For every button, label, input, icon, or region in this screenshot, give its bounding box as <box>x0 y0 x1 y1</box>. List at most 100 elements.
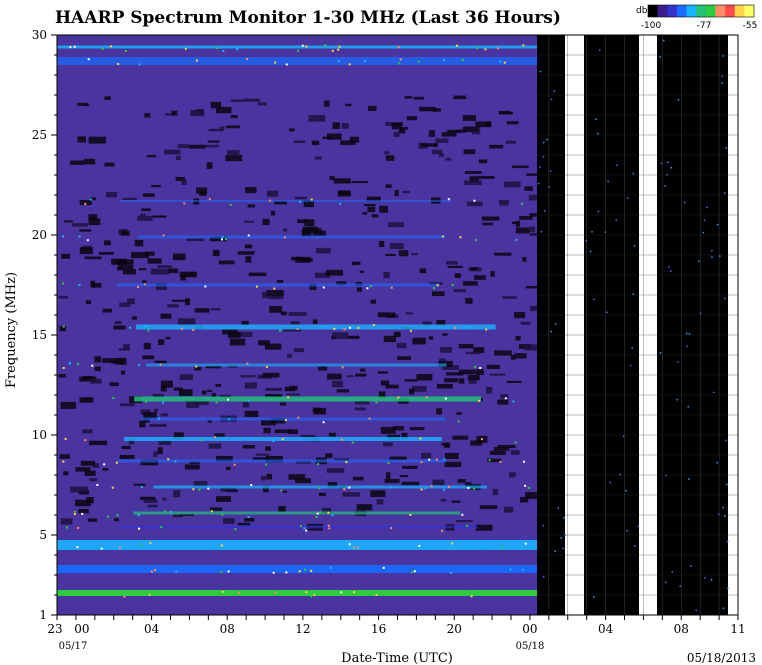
noise-patch <box>497 444 516 449</box>
no-data-dot <box>688 333 691 335</box>
signal-speckle <box>357 546 360 549</box>
noise-patch <box>325 453 333 458</box>
no-data-dot <box>690 565 692 567</box>
no-data-dot <box>677 361 679 363</box>
noise-patch <box>230 114 238 119</box>
signal-speckle <box>117 63 120 66</box>
signal-speckle <box>324 592 327 595</box>
noise-patch <box>274 429 292 434</box>
noise-patch <box>212 249 220 257</box>
noise-patch <box>478 159 488 164</box>
noise-patch <box>199 191 207 196</box>
noise-patch <box>160 313 172 319</box>
colorbar-unit: db <box>636 6 648 16</box>
x-tick-label: 04 <box>144 622 160 636</box>
x-tick-label: 11 <box>730 622 745 636</box>
signal-speckle <box>329 566 332 569</box>
noise-patch <box>364 204 376 207</box>
noise-patch <box>402 465 418 469</box>
signal-speckle <box>349 326 352 329</box>
signal-speckle <box>319 511 322 514</box>
noise-patch <box>82 429 93 434</box>
noise-patch <box>389 243 404 250</box>
noise-patch <box>58 295 69 299</box>
noise-patch <box>113 325 126 330</box>
noise-patch <box>244 244 253 249</box>
noise-patch <box>312 407 321 413</box>
noise-patch <box>333 178 351 184</box>
signal-speckle <box>333 327 336 330</box>
noise-patch <box>144 251 155 256</box>
noise-patch <box>351 261 361 266</box>
noise-patch <box>384 151 390 155</box>
signal-speckle <box>324 44 327 47</box>
noise-patch <box>85 300 92 304</box>
noise-patch <box>173 490 181 498</box>
signal-speckle <box>215 401 218 404</box>
noise-patch <box>143 193 155 197</box>
noise-patch <box>210 101 222 109</box>
noise-patch <box>506 380 522 383</box>
noise-patch <box>58 374 67 378</box>
signal-speckle <box>234 528 237 531</box>
signal-speckle <box>140 486 143 489</box>
signal-speckle <box>353 591 356 594</box>
no-data-dot <box>543 210 546 212</box>
signal-speckle <box>443 488 446 491</box>
signal-speckle <box>138 63 141 66</box>
signal-speckle <box>100 547 103 550</box>
signal-speckle <box>224 238 227 241</box>
noise-patch <box>102 468 109 471</box>
signal-speckle <box>297 49 300 52</box>
signal-speckle <box>160 526 163 529</box>
no-data-dot <box>632 293 635 295</box>
signal-speckle <box>265 463 268 466</box>
noise-patch <box>431 291 445 297</box>
noise-patch <box>479 505 498 510</box>
noise-patch <box>168 268 179 274</box>
noise-patch <box>464 180 482 185</box>
signal-speckle <box>457 420 460 423</box>
no-data-dot <box>553 90 556 92</box>
noise-patch <box>289 385 298 391</box>
noise-patch <box>211 308 221 311</box>
signal-speckle <box>343 488 346 491</box>
no-data-dot <box>631 347 633 349</box>
signal-speckle <box>480 438 483 441</box>
signal-speckle <box>184 47 187 50</box>
noise-patch <box>105 191 118 198</box>
no-data-region <box>537 35 738 615</box>
noise-patch <box>88 218 101 226</box>
signal-speckle <box>443 458 446 461</box>
signal-speckle <box>316 512 319 515</box>
no-data-dot <box>633 244 636 247</box>
signal-speckle <box>338 45 341 48</box>
noise-patch <box>79 247 93 255</box>
noise-patch <box>338 190 350 195</box>
signal-speckle <box>207 487 210 490</box>
noise-patch <box>380 380 390 386</box>
noise-patch <box>139 268 147 271</box>
signal-speckle <box>91 364 94 367</box>
signal-speckle <box>515 238 518 241</box>
noise-patch <box>441 132 457 137</box>
signal-speckle <box>162 401 165 404</box>
noise-patch <box>184 298 191 306</box>
noise-patch <box>279 402 287 406</box>
noise-patch <box>376 499 384 505</box>
no-data-dot <box>716 461 718 464</box>
noise-patch <box>89 440 108 446</box>
signal-speckle <box>103 463 106 466</box>
noise-patch <box>71 223 88 227</box>
noise-patch <box>86 496 94 504</box>
noise-patch <box>454 273 461 278</box>
noise-patch <box>443 378 458 383</box>
noise-patch <box>354 400 370 405</box>
noise-patch <box>119 454 135 459</box>
noise-patch <box>404 95 413 99</box>
colorbar-swatches <box>647 4 755 18</box>
noise-patch <box>370 490 386 497</box>
signal-speckle <box>305 529 308 532</box>
noise-patch <box>444 452 459 459</box>
no-data-dot <box>703 219 706 222</box>
